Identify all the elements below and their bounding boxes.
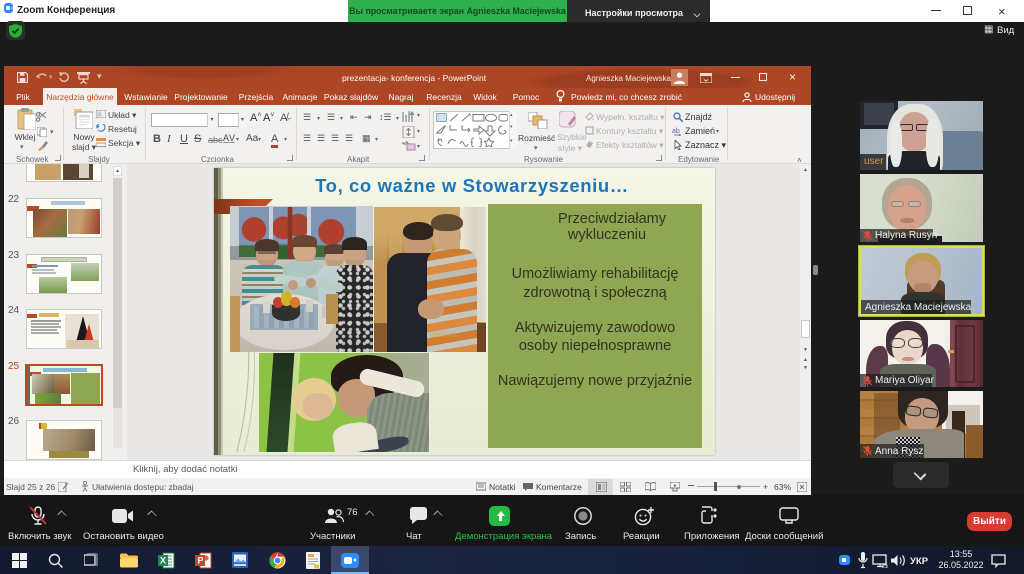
svg-text:P: P [198, 556, 204, 566]
svg-text:X: X [160, 556, 166, 566]
svg-text:ab: ab [672, 128, 680, 135]
